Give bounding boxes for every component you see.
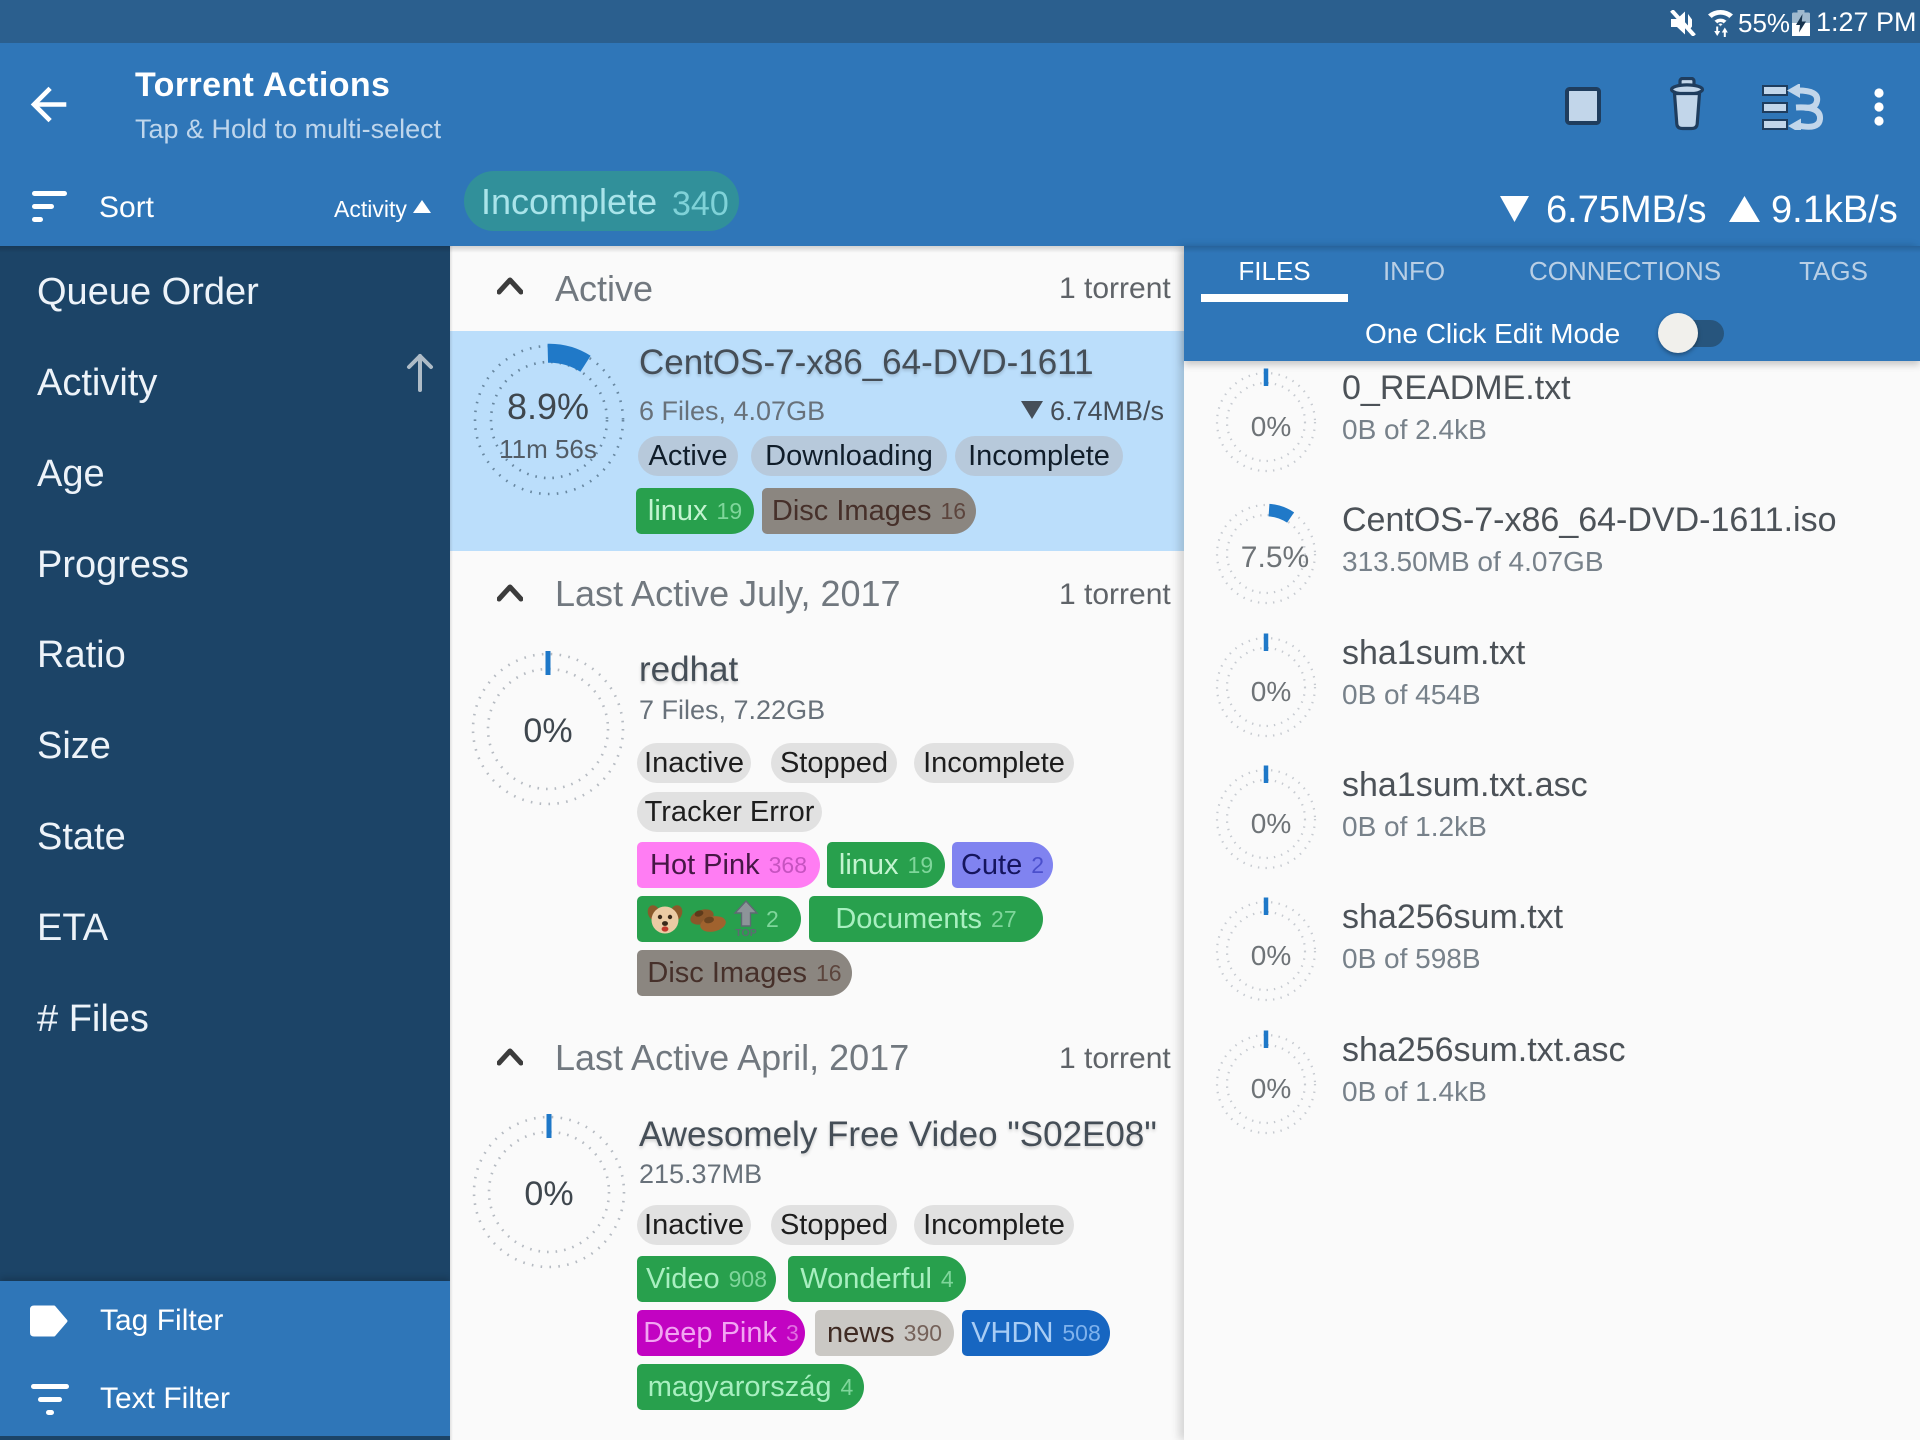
- svg-text:TOP: TOP: [735, 927, 756, 938]
